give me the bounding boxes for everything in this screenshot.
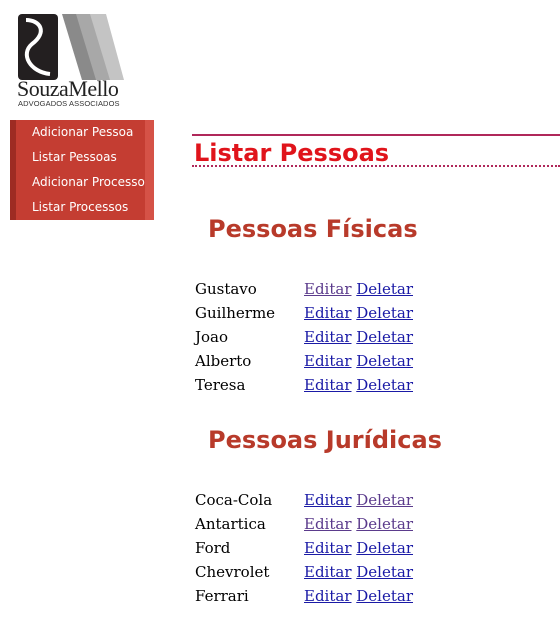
list-item: Guilherme Editar Deletar (195, 301, 413, 325)
edit-link[interactable]: Editar (304, 539, 352, 557)
edit-link[interactable]: Editar (304, 376, 352, 394)
edit-link[interactable]: Editar (304, 515, 352, 533)
person-name: Guilherme (195, 304, 276, 322)
person-name: Gustavo (195, 280, 257, 298)
menu-item-adicionar-processo[interactable]: Adicionar Processo (10, 170, 154, 195)
delete-link[interactable]: Deletar (356, 515, 413, 533)
delete-link[interactable]: Deletar (356, 304, 413, 322)
person-name: Coca-Cola (195, 491, 273, 509)
delete-link[interactable]: Deletar (356, 491, 413, 509)
delete-link[interactable]: Deletar (356, 376, 413, 394)
main-content: Listar Pessoas Pessoas Físicas Gustavo Ed… (192, 134, 560, 605)
delete-link[interactable]: Deletar (356, 328, 413, 346)
pessoas-fisicas-list: Gustavo Editar Deletar Guilherme Editar Del… (195, 277, 413, 397)
menu-item-listar-processos[interactable]: Listar Processos (10, 195, 154, 220)
person-name: Ferrari (195, 587, 249, 605)
list-item: Teresa Editar Deletar (195, 373, 413, 397)
person-name: Teresa (195, 376, 246, 394)
list-item: Ford Editar Deletar (195, 536, 413, 560)
person-name: Alberto (195, 352, 252, 370)
sidebar-menu: Adicionar Pessoa Listar Pessoas Adiciona… (10, 120, 154, 220)
list-item: Alberto Editar Deletar (195, 349, 413, 373)
edit-link[interactable]: Editar (304, 280, 352, 298)
menu-item-listar-pessoas[interactable]: Listar Pessoas (10, 145, 154, 170)
title-bar: Listar Pessoas (192, 134, 560, 167)
person-name: Chevrolet (195, 563, 270, 581)
edit-link[interactable]: Editar (304, 563, 352, 581)
pessoas-juridicas-list: Coca-Cola Editar Deletar Antartica Editar D… (195, 488, 413, 608)
person-name: Ford (195, 539, 231, 557)
souzamello-logo-icon (18, 14, 124, 80)
page-title: Listar Pessoas (194, 139, 390, 167)
list-item: Joao Editar Deletar (195, 325, 413, 349)
logo: SouzaMello ADVOGADOS ASSOCIADOS (14, 12, 126, 110)
list-item: Ferrari Editar Deletar (195, 584, 413, 608)
logo-name: SouzaMello (17, 76, 119, 101)
delete-link[interactable]: Deletar (356, 587, 413, 605)
edit-link[interactable]: Editar (304, 328, 352, 346)
edit-link[interactable]: Editar (304, 352, 352, 370)
edit-link[interactable]: Editar (304, 587, 352, 605)
list-item: Chevrolet Editar Deletar (195, 560, 413, 584)
delete-link[interactable]: Deletar (356, 280, 413, 298)
list-item: Coca-Cola Editar Deletar (195, 488, 413, 512)
delete-link[interactable]: Deletar (356, 563, 413, 581)
list-item: Antartica Editar Deletar (195, 512, 413, 536)
delete-link[interactable]: Deletar (356, 539, 413, 557)
person-name: Joao (195, 328, 229, 346)
list-item: Gustavo Editar Deletar (195, 277, 413, 301)
section-title-pessoas-fisicas: Pessoas Físicas (208, 215, 418, 243)
logo-subtitle: ADVOGADOS ASSOCIADOS (18, 99, 120, 108)
menu-item-adicionar-pessoa[interactable]: Adicionar Pessoa (10, 120, 154, 145)
edit-link[interactable]: Editar (304, 491, 352, 509)
section-title-pessoas-juridicas: Pessoas Jurídicas (208, 426, 442, 454)
person-name: Antartica (195, 515, 266, 533)
delete-link[interactable]: Deletar (356, 352, 413, 370)
edit-link[interactable]: Editar (304, 304, 352, 322)
